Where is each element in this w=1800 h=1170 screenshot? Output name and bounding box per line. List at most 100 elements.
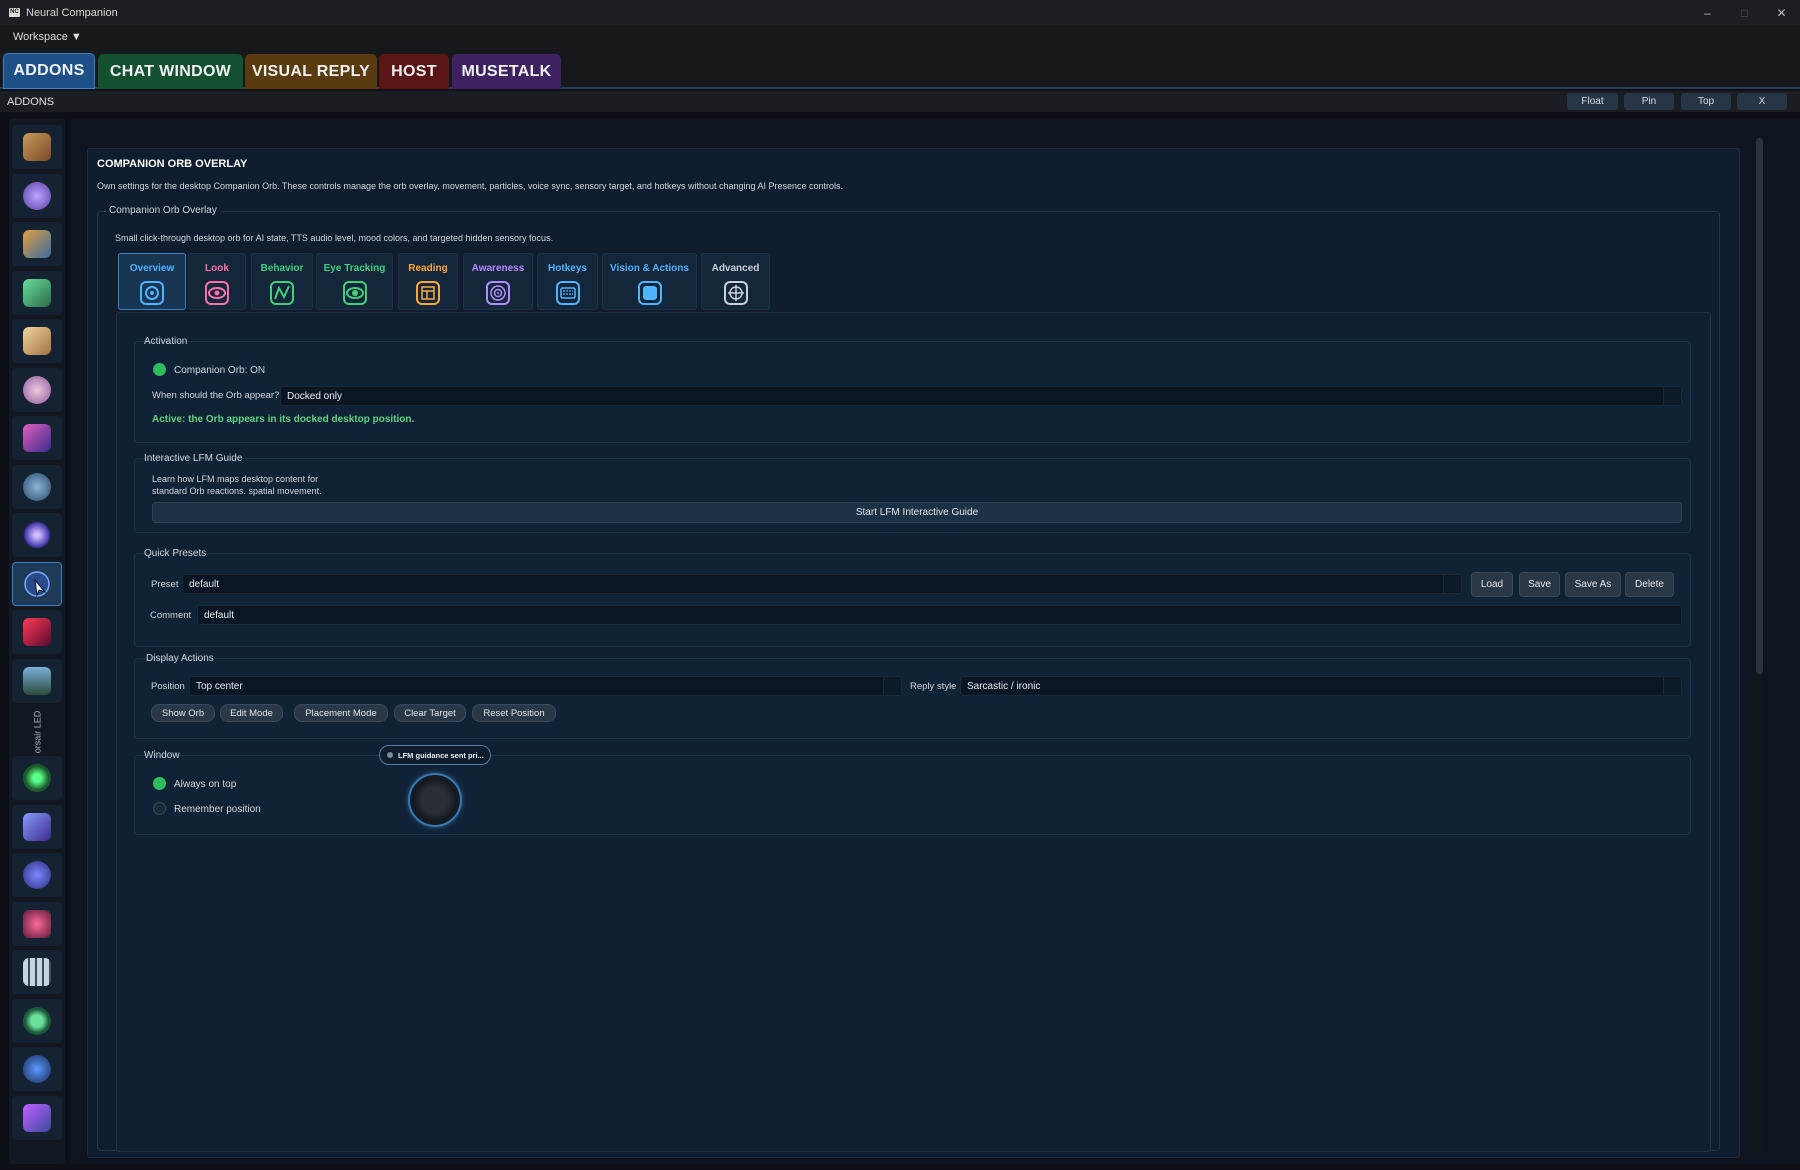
behavior-graph-icon bbox=[269, 281, 295, 305]
chat-bubbles-icon[interactable] bbox=[12, 805, 62, 849]
page-description: Own settings for the desktop Companion O… bbox=[97, 181, 844, 191]
placement-mode-button[interactable]: Placement Mode bbox=[294, 704, 388, 722]
save-as-preset-button[interactable]: Save As bbox=[1565, 572, 1621, 597]
subtab-awareness[interactable]: Awareness bbox=[463, 253, 533, 310]
subtab-hotkeys-label: Hotkeys bbox=[548, 263, 587, 274]
activation-title: Activation bbox=[144, 336, 188, 347]
page-title: COMPANION ORB OVERLAY bbox=[97, 158, 248, 170]
hotkeys-icon bbox=[555, 281, 581, 305]
face-icon[interactable] bbox=[12, 368, 62, 412]
dashboard-icon[interactable] bbox=[12, 222, 62, 266]
tab-addons[interactable]: ADDONS bbox=[3, 53, 95, 89]
title-bar: NC Neural Companion – □ ✕ bbox=[0, 0, 1800, 25]
tab-visual-reply[interactable]: VISUAL REPLY bbox=[245, 54, 377, 89]
reply-style-label: Reply style bbox=[910, 681, 957, 692]
star-icon[interactable] bbox=[12, 902, 62, 946]
subtab-behavior-label: Behavior bbox=[260, 263, 304, 274]
landscape-icon[interactable] bbox=[12, 659, 62, 703]
pin-button[interactable]: Pin bbox=[1624, 93, 1674, 110]
vision-actions-icon bbox=[637, 281, 663, 305]
subtab-advanced-label: Advanced bbox=[711, 263, 760, 274]
subtab-vision-actions-label: Vision & Actions bbox=[610, 263, 689, 274]
subtab-eye-tracking-label: Eye Tracking bbox=[323, 263, 386, 274]
reply-style-select-value: Sarcastic / ironic bbox=[967, 680, 1041, 692]
always-on-top-checkbox[interactable] bbox=[153, 777, 166, 790]
appear-label: When should the Orb appear? bbox=[152, 390, 280, 401]
top-button[interactable]: Top bbox=[1681, 93, 1731, 110]
comment-label: Comment bbox=[150, 610, 192, 621]
position-label: Position bbox=[151, 681, 185, 692]
close-button[interactable]: ✕ bbox=[1763, 0, 1800, 25]
advanced-icon bbox=[723, 281, 749, 305]
subtab-advanced[interactable]: Advanced bbox=[701, 253, 770, 310]
chevron-down-icon bbox=[883, 677, 901, 695]
subtab-awareness-label: Awareness bbox=[471, 263, 525, 274]
preset-label: Preset bbox=[151, 579, 179, 590]
save-preset-button[interactable]: Save bbox=[1519, 572, 1560, 597]
mask-icon[interactable] bbox=[12, 610, 62, 654]
main-panel: COMPANION ORB OVERLAY Own settings for t… bbox=[70, 119, 1800, 1164]
pulse-icon[interactable] bbox=[12, 756, 62, 800]
subtab-vision-actions[interactable]: Vision & Actions bbox=[602, 253, 697, 310]
start-lfm-guide-button[interactable]: Start LFM Interactive Guide bbox=[152, 502, 1682, 523]
lfm-guide-line1: Learn how LFM maps desktop content for bbox=[152, 474, 319, 484]
subtab-overview-label: Overview bbox=[129, 263, 175, 274]
reset-position-button[interactable]: Reset Position bbox=[472, 704, 556, 722]
delete-preset-button[interactable]: Delete bbox=[1625, 572, 1674, 597]
load-preset-button[interactable]: Load bbox=[1471, 572, 1513, 597]
avatar-icon[interactable] bbox=[12, 416, 62, 460]
play-icon[interactable] bbox=[12, 999, 62, 1043]
chevron-down-icon bbox=[1663, 677, 1681, 695]
appear-select-value: Docked only bbox=[287, 390, 343, 402]
close-panel-button[interactable]: X bbox=[1737, 93, 1787, 110]
cursor-orb-icon[interactable] bbox=[12, 562, 62, 606]
tab-musetalk[interactable]: MUSETALK bbox=[452, 54, 561, 89]
comment-input[interactable]: default bbox=[197, 605, 1682, 625]
remember-position-label: Remember position bbox=[174, 804, 261, 815]
position-select[interactable]: Top center bbox=[189, 676, 902, 696]
book-icon[interactable] bbox=[12, 319, 62, 363]
flask-icon[interactable] bbox=[12, 271, 62, 315]
preset-select[interactable]: default bbox=[182, 574, 1462, 594]
group-title: Companion Orb Overlay bbox=[106, 205, 220, 216]
subtab-look[interactable]: Look bbox=[188, 253, 246, 310]
tab-host[interactable]: HOST bbox=[379, 54, 449, 89]
gamepad-icon[interactable] bbox=[12, 1096, 62, 1140]
globe-icon[interactable] bbox=[12, 465, 62, 509]
subtab-overview[interactable]: Overview bbox=[118, 253, 186, 310]
remember-position-checkbox[interactable] bbox=[153, 802, 166, 815]
show-orb-button[interactable]: Show Orb bbox=[151, 704, 215, 722]
quick-presets-section bbox=[134, 553, 1691, 647]
discord-icon[interactable] bbox=[12, 853, 62, 897]
scrollbar-thumb[interactable] bbox=[1756, 138, 1763, 674]
edit-mode-button[interactable]: Edit Mode bbox=[220, 704, 283, 722]
companion-orb-toggle[interactable] bbox=[153, 363, 166, 376]
workspace-menu[interactable]: Workspace ▼ bbox=[13, 31, 82, 43]
subtab-reading[interactable]: Reading bbox=[398, 253, 458, 310]
float-button[interactable]: Float bbox=[1567, 93, 1618, 110]
subtab-eye-tracking[interactable]: Eye Tracking bbox=[316, 253, 393, 310]
reading-icon bbox=[415, 281, 441, 305]
clear-target-button[interactable]: Clear Target bbox=[394, 704, 466, 722]
reply-style-select[interactable]: Sarcastic / ironic bbox=[960, 676, 1682, 696]
main-tab-bar: ADDONS CHAT WINDOW VISUAL REPLY HOST MUS… bbox=[0, 50, 1800, 89]
robot-icon[interactable] bbox=[12, 1047, 62, 1091]
position-select-value: Top center bbox=[196, 680, 243, 692]
subtab-hotkeys[interactable]: Hotkeys bbox=[537, 253, 598, 310]
tab-chat-window[interactable]: CHAT WINDOW bbox=[98, 54, 243, 89]
brain-icon[interactable] bbox=[12, 174, 62, 218]
status-dot-icon bbox=[387, 752, 393, 758]
keyboard-icon[interactable] bbox=[12, 950, 62, 994]
maximize-button[interactable]: □ bbox=[1726, 0, 1763, 25]
group-description: Small click-through desktop orb for AI s… bbox=[115, 233, 554, 243]
chevron-down-icon bbox=[1663, 387, 1681, 405]
face-pair-icon[interactable] bbox=[12, 125, 62, 169]
subtab-behavior[interactable]: Behavior bbox=[251, 253, 313, 310]
appear-select[interactable]: Docked only bbox=[280, 386, 1682, 406]
minimize-button[interactable]: – bbox=[1689, 0, 1726, 25]
addon-sidebar: orsair LED bbox=[9, 119, 65, 1164]
awareness-icon bbox=[485, 281, 511, 305]
companion-orb[interactable] bbox=[408, 773, 462, 827]
orb-icon[interactable] bbox=[12, 513, 62, 557]
window-title: Neural Companion bbox=[26, 6, 118, 19]
